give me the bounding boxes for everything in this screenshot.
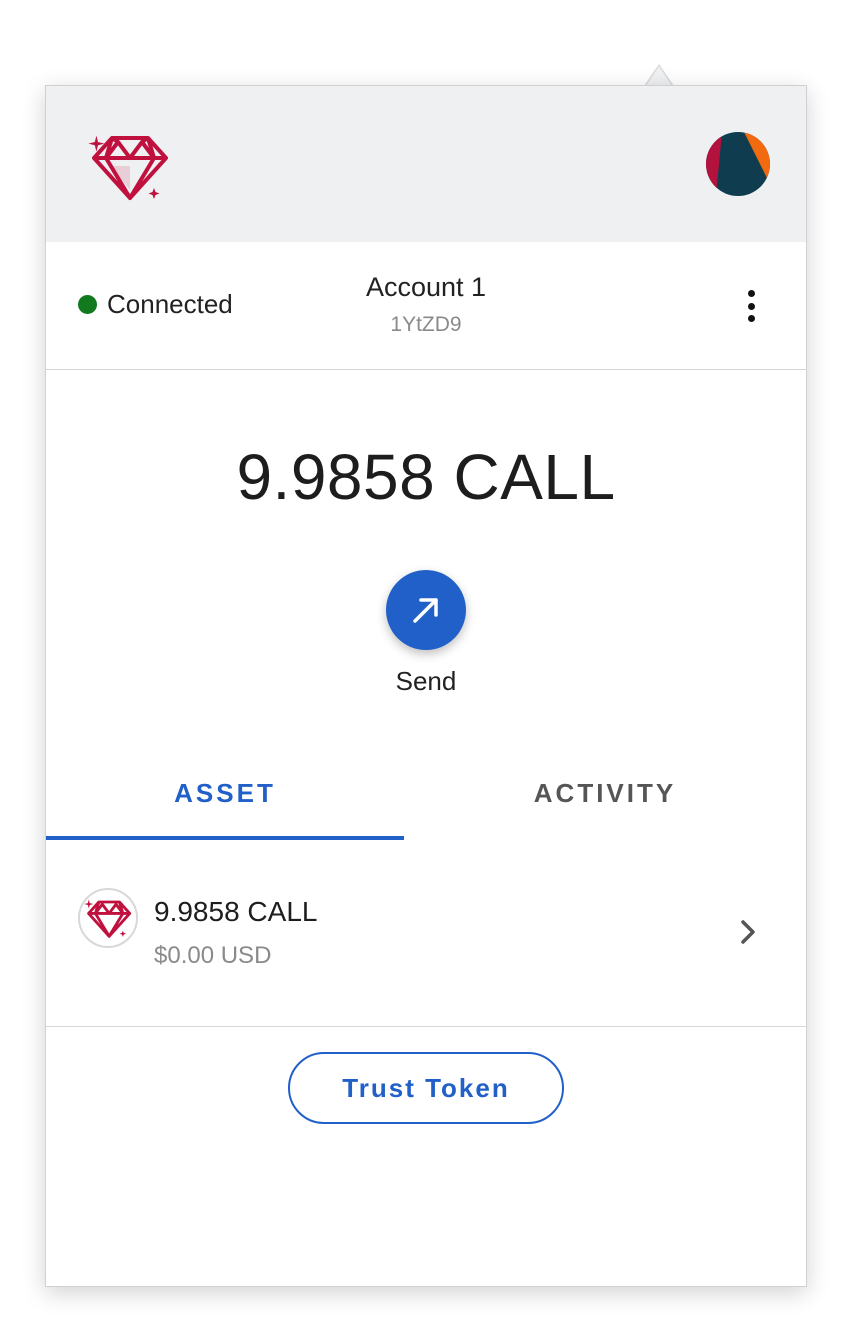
- trust-token-button[interactable]: Trust Token: [288, 1052, 564, 1124]
- popup-header: [46, 86, 806, 242]
- asset-list-item[interactable]: 9.9858 CALL $0.00 USD: [46, 840, 806, 1027]
- asset-fiat-value: $0.00 USD: [154, 942, 272, 969]
- status-dot-icon: [78, 295, 97, 314]
- gem-icon: [78, 888, 138, 948]
- account-balance: 9.9858 CALL: [236, 441, 616, 513]
- chevron-right-icon: [738, 916, 760, 948]
- account-selector[interactable]: Account 1 1YtZD9: [276, 270, 576, 338]
- popup-caret-fill: [646, 66, 672, 86]
- wallet-popup: Connected Account 1 1YtZD9 9.9858 CALL S…: [45, 85, 807, 1287]
- connection-status[interactable]: Connected: [78, 289, 233, 320]
- connection-status-label: Connected: [107, 289, 233, 319]
- send-button[interactable]: [386, 570, 466, 650]
- gem-icon: [86, 130, 170, 202]
- account-address: 1YtZD9: [390, 313, 462, 336]
- account-name: Account 1: [365, 272, 487, 302]
- account-avatar-icon[interactable]: [706, 132, 770, 196]
- tab-asset[interactable]: ASSET: [46, 744, 404, 840]
- asset-amount: 9.9858 CALL: [154, 896, 318, 927]
- send-label: Send: [395, 666, 457, 696]
- arrow-up-right-icon: [413, 598, 438, 623]
- tab-bar: ASSET ACTIVITY: [46, 744, 806, 840]
- account-bar: Connected Account 1 1YtZD9: [46, 242, 806, 370]
- tab-activity[interactable]: ACTIVITY: [426, 744, 784, 840]
- kebab-menu-icon[interactable]: [736, 286, 766, 326]
